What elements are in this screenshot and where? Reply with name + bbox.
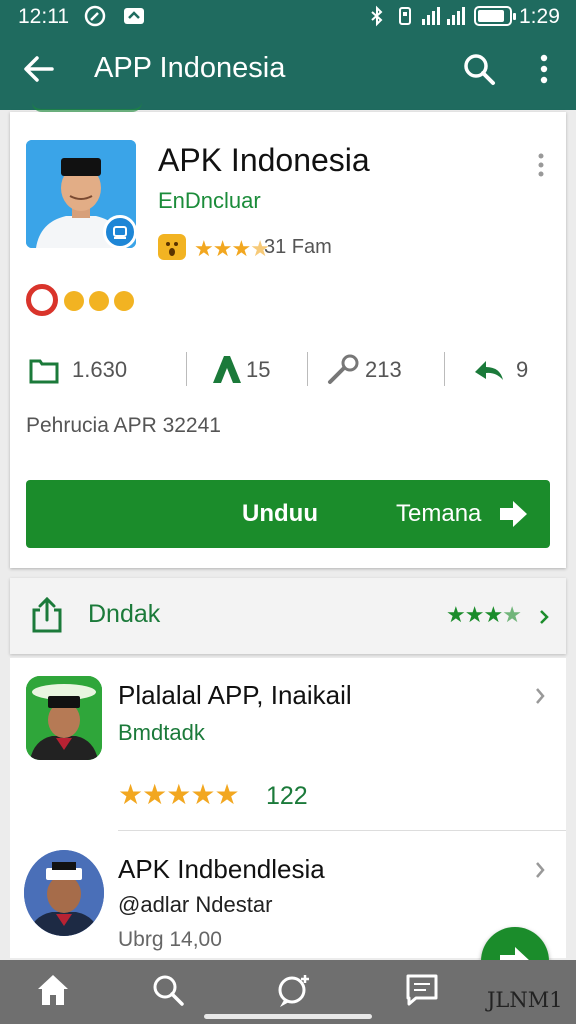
secondary-button-label[interactable]: Temana: [396, 500, 481, 528]
list-item-count: 122: [266, 782, 308, 810]
face-icon: [166, 242, 178, 256]
app-list: Plalalal APP, Inaikail Bmdtadk ★★★★★ 122…: [10, 658, 566, 958]
list-item-avatar: [24, 850, 104, 936]
red-ring-icon: [26, 284, 58, 316]
battery-level: [478, 10, 504, 22]
more-vert-icon[interactable]: [534, 52, 554, 86]
reply-icon: [475, 361, 503, 380]
person-portrait-icon: [24, 850, 104, 936]
list-item-subtitle: @adlar Ndestar: [118, 892, 273, 917]
stat-divider: [444, 352, 445, 386]
nav-label: JLNM1: [487, 988, 563, 1012]
section-header[interactable]: Dndak ★★★★: [10, 578, 566, 654]
home-icon[interactable]: [34, 972, 72, 1008]
app-detail-card: APK Indonesia EnDncluar ★★★★ 31 Fam 1.63…: [10, 109, 566, 568]
section-label: Dndak: [88, 600, 161, 628]
battery-icon: [474, 6, 516, 26]
star-icon: ★: [212, 236, 233, 261]
download-button[interactable]: Unduu Temana: [26, 480, 550, 548]
list-item-avatar: [26, 676, 102, 760]
chat-icon[interactable]: [274, 972, 314, 1010]
developer-link[interactable]: EnDncluar: [158, 188, 261, 214]
verified-badge: [103, 215, 137, 249]
chevron-right-icon[interactable]: [538, 608, 550, 626]
stat-value: 15: [246, 357, 271, 382]
list-item-subtitle: Bmdtadk: [118, 720, 205, 745]
star-icon: ★: [142, 779, 167, 810]
app-meta-text: Pehrucia APR 32241: [26, 414, 221, 437]
dot-icon: [89, 291, 109, 311]
share-icon: [328, 354, 359, 384]
home-indicator[interactable]: [204, 1014, 372, 1019]
dot-icon: [64, 291, 84, 311]
rating-text: 31 Fam: [264, 236, 332, 258]
section-rating-stars: ★★★★: [446, 602, 522, 628]
stat-value: 9: [516, 357, 529, 382]
status-bar: 12:11 1:29: [0, 0, 576, 34]
star-icon: ★: [118, 779, 143, 810]
person-icon: [213, 356, 241, 383]
page-title: APP Indonesia: [94, 52, 286, 84]
star-icon: ★: [214, 779, 239, 810]
list-item-title: Plalalal APP, Inaikail: [118, 680, 352, 710]
card-more-icon[interactable]: [536, 152, 546, 178]
star-icon: ★: [446, 602, 466, 627]
vpn-icon: [84, 5, 106, 27]
scrolled-content-edge: [32, 102, 142, 112]
download-button-label: Unduu: [242, 500, 318, 527]
list-item-extra: Ubrg 14,00: [118, 928, 222, 951]
share-upload-icon: [32, 596, 62, 633]
stat-value: 1.630: [72, 357, 128, 382]
signal-icon-1: [422, 7, 440, 25]
bluetooth-icon: [371, 5, 383, 27]
star-icon: ★: [464, 602, 485, 627]
rating-stars: ★★★★: [194, 236, 270, 262]
star-icon: ★: [194, 236, 214, 261]
chevron-right-icon[interactable]: [534, 860, 546, 880]
emoji-icon: [158, 234, 186, 260]
search-icon[interactable]: [150, 972, 186, 1008]
message-icon[interactable]: [404, 972, 440, 1008]
forward-arrow-icon[interactable]: [496, 498, 530, 530]
folder-icon: [29, 359, 59, 384]
vibrate-icon: [399, 7, 411, 25]
notification-icon: [124, 8, 144, 24]
status-time: 12:11: [18, 5, 69, 28]
status-clock: 1:29: [519, 5, 560, 28]
back-arrow-icon[interactable]: [22, 52, 56, 86]
app-name: APK Indonesia: [158, 142, 370, 178]
list-divider: [118, 830, 566, 831]
person-portrait-icon: [26, 676, 102, 760]
star-icon: ★: [190, 779, 215, 810]
chevron-right-icon[interactable]: [534, 686, 546, 706]
star-icon: ★: [231, 236, 251, 261]
app-bar: APP Indonesia: [0, 34, 576, 110]
star-icon: ★: [483, 602, 503, 627]
list-item-title: APK Indbendlesia: [118, 854, 325, 884]
star-icon: ★: [166, 779, 191, 810]
badge-glyph-icon: [113, 226, 127, 239]
search-icon[interactable]: [462, 52, 496, 86]
stat-divider: [186, 352, 187, 386]
stat-value: 213: [365, 357, 402, 382]
list-item-stars: ★★★★★: [118, 778, 240, 811]
dot-icon: [114, 291, 134, 311]
star-icon: ★: [502, 602, 522, 627]
stat-divider: [307, 352, 308, 386]
signal-icon-2: [447, 7, 465, 25]
